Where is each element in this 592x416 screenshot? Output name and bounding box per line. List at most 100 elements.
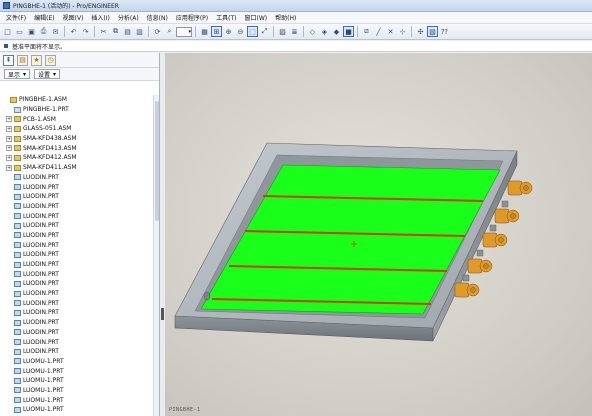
tree-item[interactable]: + GLASS-051.ASM [0, 124, 154, 134]
find-icon[interactable]: ⌕ [164, 26, 175, 37]
expand-toggle-icon[interactable]: + [6, 154, 12, 161]
tree-item[interactable]: LUODIN.PRT [0, 211, 154, 221]
tree-item[interactable]: LUODIN.PRT [0, 289, 154, 299]
save-icon[interactable]: ▣ [26, 26, 37, 37]
zoom-out-icon[interactable]: ⊖ [235, 26, 246, 37]
tree-item[interactable]: + SMA-KFD438.ASM [0, 134, 154, 144]
tree-item[interactable]: LUODIN.PRT [0, 337, 154, 347]
zoom-in-icon[interactable]: ⊕ [223, 26, 234, 37]
menu-bar: 文件(F) 编辑(E) 视图(V) 插入(I) 分析(A) 信息(N) 应用程序(P) 工具(… [0, 12, 592, 24]
tree-item[interactable]: + SMA-KFD411.ASM [0, 163, 154, 173]
expand-toggle-icon[interactable]: + [6, 164, 12, 171]
tree-item[interactable]: PINGBHE-1.ASM [0, 95, 154, 105]
selection-filter-dropdown[interactable]: ▾ [176, 26, 192, 37]
open-icon[interactable]: ▭ [14, 26, 25, 37]
help-icon[interactable]: ⁇ [439, 26, 450, 37]
expand-toggle-icon[interactable]: + [6, 145, 12, 152]
tree-item[interactable]: + SMA-KFD413.ASM [0, 143, 154, 153]
orient-icon[interactable]: ⊞ [211, 26, 222, 37]
tree-item[interactable]: LUODIN.PRT [0, 347, 154, 357]
menu-item[interactable]: 帮助(H) [271, 13, 300, 22]
coord-sys-icon[interactable]: ⊹ [397, 26, 408, 37]
menu-item[interactable]: 分析(A) [114, 13, 143, 22]
tree-item[interactable]: LUOMU-1.PRT [0, 366, 154, 376]
cut-icon[interactable]: ✂ [98, 26, 109, 37]
model-name-label: PINGBHE-1 [169, 407, 201, 413]
refit-icon[interactable]: ⬚ [247, 26, 258, 37]
view-manager-icon[interactable]: ▨ [277, 26, 288, 37]
datum-axes-icon[interactable]: ╱ [373, 26, 384, 37]
app-icon [3, 2, 10, 9]
folder-browser-tab-icon[interactable]: ▤ [17, 54, 28, 66]
print-icon[interactable]: ⎙ [38, 26, 49, 37]
paste-special-icon[interactable]: ▥ [134, 26, 145, 37]
expand-toggle-icon[interactable]: + [6, 116, 12, 123]
expand-toggle-icon[interactable]: + [6, 135, 12, 142]
hidden-line-icon[interactable]: ◈ [319, 26, 330, 37]
tree-item[interactable]: LUODIN.PRT [0, 202, 154, 212]
menu-item[interactable]: 窗口(W) [241, 13, 272, 22]
tree-item[interactable]: LUODIN.PRT [0, 250, 154, 260]
menu-item[interactable]: 视图(V) [59, 13, 88, 22]
spin-center-icon[interactable]: ✣ [415, 26, 426, 37]
no-hidden-icon[interactable]: ◆ [331, 26, 342, 37]
tree-item[interactable]: LUODIN.PRT [0, 279, 154, 289]
history-tab-icon[interactable]: ◷ [45, 54, 56, 66]
tree-item[interactable]: LUODIN.PRT [0, 269, 154, 279]
datum-points-icon[interactable]: ✕ [385, 26, 396, 37]
tree-item[interactable]: LUODIN.PRT [0, 182, 154, 192]
tree-item[interactable]: PINGBHE-1.PRT [0, 105, 154, 115]
tree-item[interactable]: LUOMU-1.PRT [0, 386, 154, 396]
tree-scrollbar[interactable] [153, 95, 159, 416]
tree-item[interactable]: LUODIN.PRT [0, 192, 154, 202]
tree-item[interactable]: LUODIN.PRT [0, 231, 154, 241]
annotations-icon[interactable]: ▧ [427, 26, 438, 37]
tree-item[interactable]: LUODIN.PRT [0, 318, 154, 328]
tree-item[interactable]: LUODIN.PRT [0, 308, 154, 318]
copy-icon[interactable]: ⧉ [110, 26, 121, 37]
menu-item[interactable]: 应用程序(P) [172, 13, 212, 22]
tree-item[interactable]: LUODIN.PRT [0, 240, 154, 250]
favorites-tab-icon[interactable]: ★ [31, 54, 42, 66]
expand-toggle-icon[interactable]: + [6, 125, 12, 132]
tree-item[interactable]: LUODIN.PRT [0, 221, 154, 231]
toolbar-separator [411, 26, 412, 37]
wireframe-icon[interactable]: ◇ [307, 26, 318, 37]
undo-icon[interactable]: ↶ [68, 26, 79, 37]
reorient-icon[interactable]: ⤢ [259, 26, 270, 37]
tree-item[interactable]: LUODIN.PRT [0, 173, 154, 183]
tree-item[interactable]: LUODIN.PRT [0, 328, 154, 338]
collapse-grip-icon[interactable] [161, 308, 164, 320]
repaint-icon[interactable]: ▦ [199, 26, 210, 37]
tree-item[interactable]: + PCB-1.ASM [0, 114, 154, 124]
menu-item[interactable]: 文件(F) [2, 13, 30, 22]
tree-item[interactable]: LUOMU-1.PRT [0, 395, 154, 405]
model-tree-tab-icon[interactable]: ⇞ [3, 54, 14, 66]
graphics-window[interactable]: PINGBHE-1 [165, 53, 592, 416]
show-dropdown[interactable]: 显示 ▾ [4, 69, 31, 79]
tree-item[interactable]: LUODIN.PRT [0, 260, 154, 270]
part-icon [14, 309, 21, 316]
redo-icon[interactable]: ↷ [80, 26, 91, 37]
tree-item[interactable]: + SMA-KFD412.ASM [0, 153, 154, 163]
regenerate-icon[interactable]: ⟳ [152, 26, 163, 37]
part-icon [14, 251, 21, 258]
shading-icon[interactable]: ■ [343, 26, 354, 37]
menu-item[interactable]: 编辑(E) [30, 13, 58, 22]
tree-item[interactable]: LUOMU-1.PRT [0, 405, 154, 415]
tree-item[interactable]: LUODIN.PRT [0, 298, 154, 308]
scrollbar-thumb[interactable] [155, 101, 159, 221]
tree-item[interactable]: LUOMU-1.PRT [0, 357, 154, 367]
new-icon[interactable]: □ [2, 26, 13, 37]
tree-item-label: LUODIN.PRT [23, 328, 59, 336]
menu-item[interactable]: 信息(N) [143, 13, 172, 22]
email-icon[interactable]: ✉ [50, 26, 61, 37]
menu-item[interactable]: 工具(T) [212, 13, 240, 22]
paste-icon[interactable]: ▤ [122, 26, 133, 37]
settings-dropdown[interactable]: 设置 ▾ [34, 69, 61, 79]
tree-item[interactable]: LUOMU-1.PRT [0, 376, 154, 386]
datum-planes-icon[interactable]: ⧄ [361, 26, 372, 37]
layers-icon[interactable]: ≣ [289, 26, 300, 37]
menu-item[interactable]: 插入(I) [87, 13, 113, 22]
